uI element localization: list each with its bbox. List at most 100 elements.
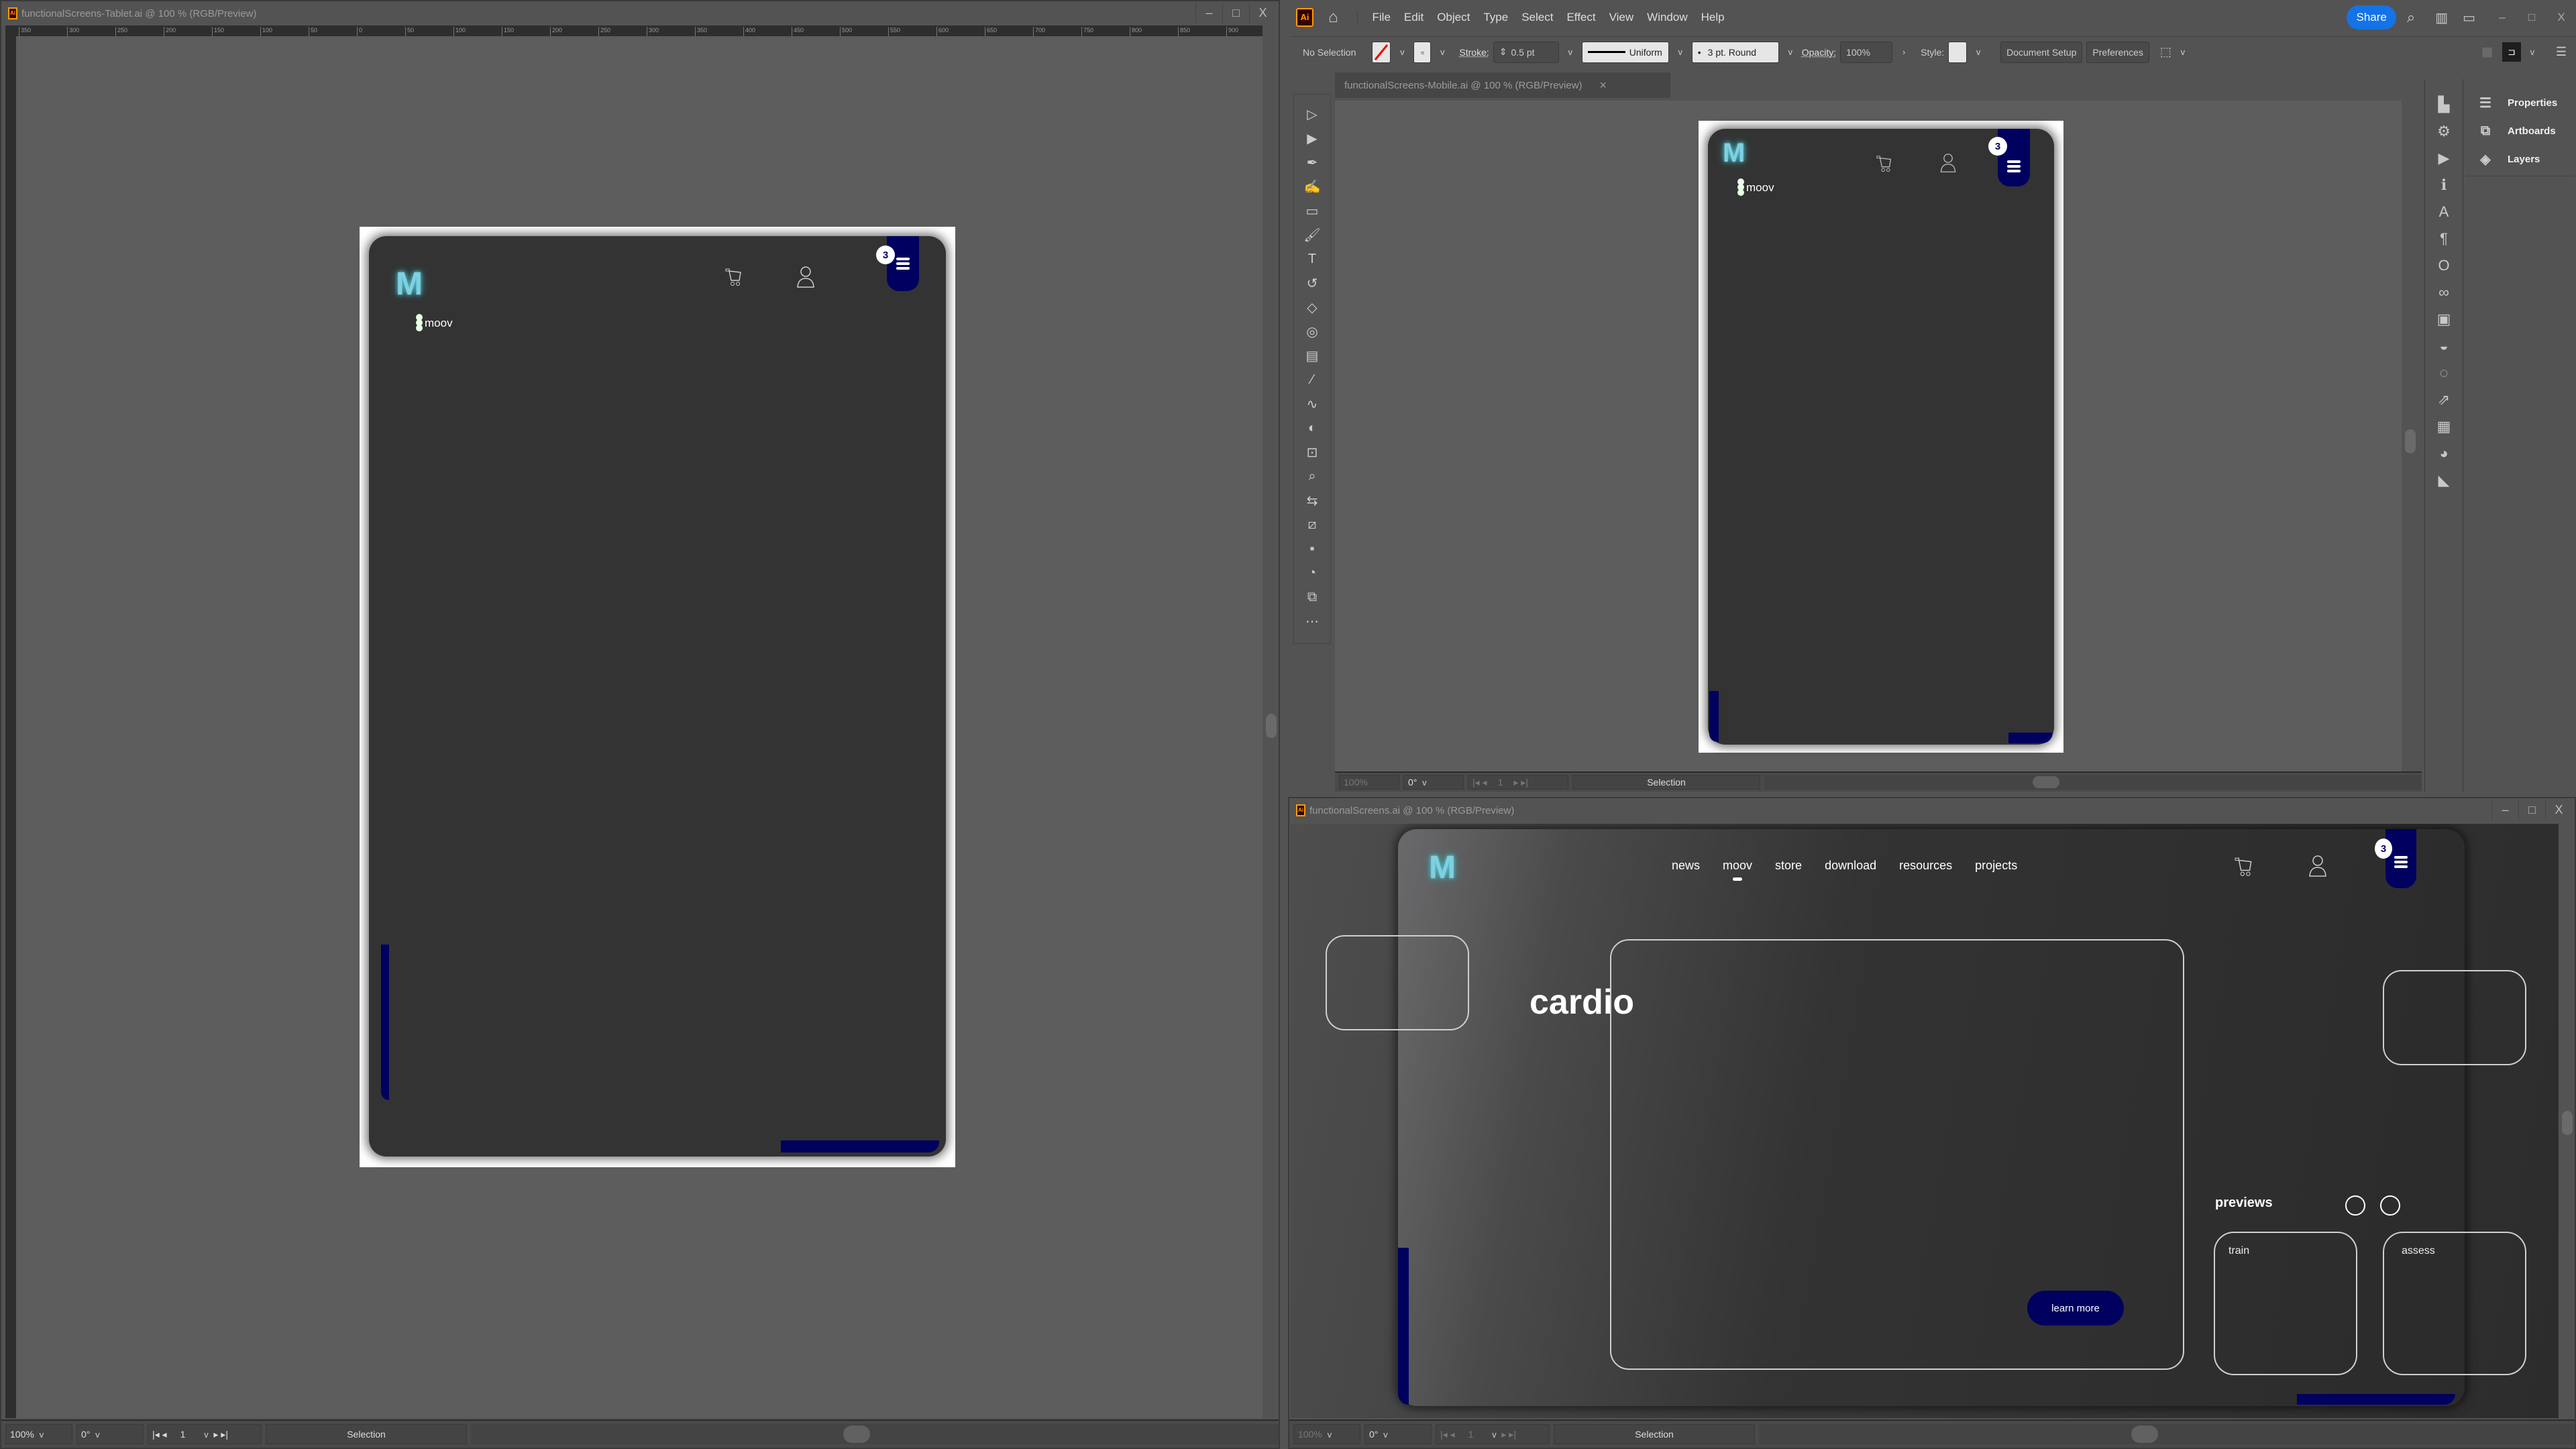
artboard-tool-icon[interactable]: ⊡ [1299, 442, 1326, 462]
menu-type[interactable]: Type [1477, 11, 1515, 24]
stroke-weight-dropdown[interactable]: v [1563, 47, 1578, 57]
menu-edit[interactable]: Edit [1397, 11, 1430, 24]
current-tool-label[interactable]: Selection [266, 1424, 467, 1444]
vertical-scrollbar[interactable] [2560, 824, 2575, 1418]
export-icon[interactable]: ⇗ [2425, 386, 2463, 413]
cart-icon[interactable] [2234, 856, 2255, 877]
user-icon[interactable] [796, 266, 816, 288]
swatches-icon[interactable]: ▦ [2425, 413, 2463, 440]
maximize-button[interactable]: □ [1222, 3, 1249, 23]
learn-more-button[interactable]: learn more [2027, 1291, 2124, 1326]
artboard-navigator[interactable]: |◂ ◂ 1v ▸ ▸| [1436, 1424, 1550, 1444]
pen-tool-icon[interactable]: ✒ [1299, 152, 1326, 172]
panel-menu-icon[interactable]: ☰ [2556, 45, 2567, 59]
style-swatch[interactable] [1948, 41, 1968, 63]
close-button[interactable]: X [2545, 800, 2572, 820]
document-setup-button[interactable]: Document Setup [2000, 41, 2083, 63]
preferences-button[interactable]: Preferences [2086, 41, 2149, 63]
opacity-arrow[interactable]: › [1896, 47, 1911, 57]
nav-link-download[interactable]: download [1825, 859, 1876, 873]
profile-dropdown[interactable]: v [1673, 47, 1688, 57]
brush-dropdown[interactable]: v [1783, 47, 1798, 57]
fill-swatch[interactable] [1372, 41, 1391, 63]
info-icon[interactable]: ℹ [2425, 172, 2463, 199]
menu-window[interactable]: Window [1640, 11, 1694, 24]
nav-link-projects[interactable]: projects [1975, 859, 2017, 873]
cart-icon[interactable] [1876, 154, 1894, 173]
live-paint-tool-icon[interactable]: ◐ [1299, 418, 1326, 438]
menu-button[interactable] [2385, 829, 2416, 888]
moov-logo[interactable]: M [1723, 138, 1745, 168]
tablet-canvas[interactable]: M moov 3 [16, 36, 1263, 1418]
arrange-documents-icon[interactable]: ▥ [2435, 9, 2448, 26]
nav-link-resources[interactable]: resources [1899, 859, 1952, 873]
panel-artboards[interactable]: ⧉ Artboards [2466, 117, 2573, 145]
style-dropdown[interactable]: v [1971, 47, 1986, 57]
paragraph-icon[interactable]: ¶ [2425, 225, 2463, 252]
carousel-prev-dot[interactable] [2345, 1195, 2365, 1216]
actions-icon[interactable]: ⚙ [2425, 118, 2463, 145]
eyedropper-tool-icon[interactable]: ⁄ [1299, 370, 1326, 390]
share-button[interactable]: Share [2347, 5, 2396, 30]
screen-mode-icon[interactable]: ⧉ [1299, 587, 1326, 607]
puppet-warp-tool-icon[interactable]: ∿ [1299, 394, 1326, 414]
tablet-artboard[interactable]: M moov 3 [360, 227, 955, 1167]
menu-help[interactable]: Help [1695, 11, 1731, 24]
mobile-artboard[interactable]: M moov 3 [1699, 121, 2063, 753]
paintbrush-tool-icon[interactable]: 🖌 [1299, 225, 1326, 245]
user-icon[interactable] [1939, 153, 1957, 173]
menu-button[interactable] [887, 236, 919, 291]
panel-layers[interactable]: ◈ Layers [2466, 145, 2573, 173]
curvature-tool-icon[interactable]: ✍ [1299, 176, 1326, 197]
vertical-scrollbar[interactable] [2403, 101, 2418, 771]
stroke-weight-field[interactable]: ⇕ 0.5 pt [1493, 41, 1559, 63]
opacity-label[interactable]: Opacity: [1802, 47, 1836, 58]
gradient-icon[interactable]: ◣ [2425, 467, 2463, 494]
symbols-icon[interactable]: ◒ [2425, 333, 2463, 360]
brush-definition[interactable]: • 3 pt. Round [1691, 41, 1779, 63]
links-icon[interactable]: ∞ [2425, 279, 2463, 306]
home-icon[interactable]: ⌂ [1328, 8, 1338, 27]
horizontal-ruler[interactable]: 350 300 250 200 150 100 50 0 50 100 150 200 250 300 35… [5, 25, 1263, 36]
zoom-select[interactable]: 100% [1339, 775, 1399, 790]
preview-card-train[interactable]: train [2214, 1232, 2357, 1375]
minimize-button[interactable]: – [2491, 800, 2518, 820]
horizontal-scrollbar[interactable] [1764, 775, 2422, 790]
horizontal-scrollbar[interactable] [471, 1424, 1279, 1444]
graphic-styles-icon[interactable]: ◌ [2425, 360, 2463, 386]
panel-properties[interactable]: ☰ Properties [2466, 89, 2573, 117]
rotation-select[interactable]: 0° v [1403, 775, 1464, 790]
close-tab-button[interactable]: × [1600, 78, 1607, 93]
fill-stroke-swatch-icon[interactable]: ⧄ [1299, 515, 1326, 535]
carousel-next-dot[interactable] [2380, 1195, 2400, 1216]
gradient-tool-icon[interactable]: ▤ [1299, 345, 1326, 366]
selection-tool-icon[interactable]: ▷ [1299, 104, 1326, 124]
preview-card-assess[interactable]: assess [2383, 1232, 2526, 1375]
color-guide-icon[interactable]: ◕ [2425, 440, 2463, 467]
eraser-tool-icon[interactable]: ◇ [1299, 297, 1326, 317]
transform-icon[interactable]: ⬚ [2160, 45, 2171, 59]
minimize-button[interactable]: – [1195, 3, 1222, 23]
workspace-icon[interactable]: ▭ [2463, 9, 2475, 26]
draw-mode-icon[interactable]: ◔ [1299, 563, 1326, 583]
rotation-select[interactable]: 0° v [76, 1424, 144, 1444]
horizontal-scrollbar[interactable] [1759, 1424, 2575, 1444]
desktop-window-titlebar[interactable]: Ai functionalScreens.ai @ 100 % (RGB/Pre… [1289, 798, 2575, 822]
play-icon[interactable]: ▶ [2425, 145, 2463, 172]
rotation-select[interactable]: 0° v [1364, 1424, 1432, 1444]
nav-link-news[interactable]: news [1672, 859, 1700, 873]
mobile-canvas[interactable]: M moov 3 [1335, 101, 2402, 771]
menu-view[interactable]: View [1603, 11, 1641, 24]
rotate-tool-icon[interactable]: ↺ [1299, 273, 1326, 293]
user-icon[interactable] [2308, 855, 2328, 877]
tablet-window-titlebar[interactable]: Ai functionalScreens-Tablet.ai @ 100 % (… [1, 1, 1279, 25]
mobile-tab[interactable]: functionalScreens-Mobile.ai @ 100 % (RGB… [1335, 72, 1670, 98]
nav-link-store[interactable]: store [1775, 859, 1802, 873]
moov-logo[interactable]: M [1429, 849, 1456, 886]
zoom-select[interactable]: 100% v [1293, 1424, 1360, 1444]
libraries-icon[interactable]: ▙ [2425, 91, 2463, 118]
app-close-button[interactable]: X [2546, 11, 2576, 24]
search-icon[interactable]: ⌕ [2407, 9, 2415, 26]
arrange-icon[interactable]: ⊐ [2502, 42, 2521, 62]
desktop-canvas[interactable]: M news moov store download resources projects… [1291, 824, 2559, 1418]
